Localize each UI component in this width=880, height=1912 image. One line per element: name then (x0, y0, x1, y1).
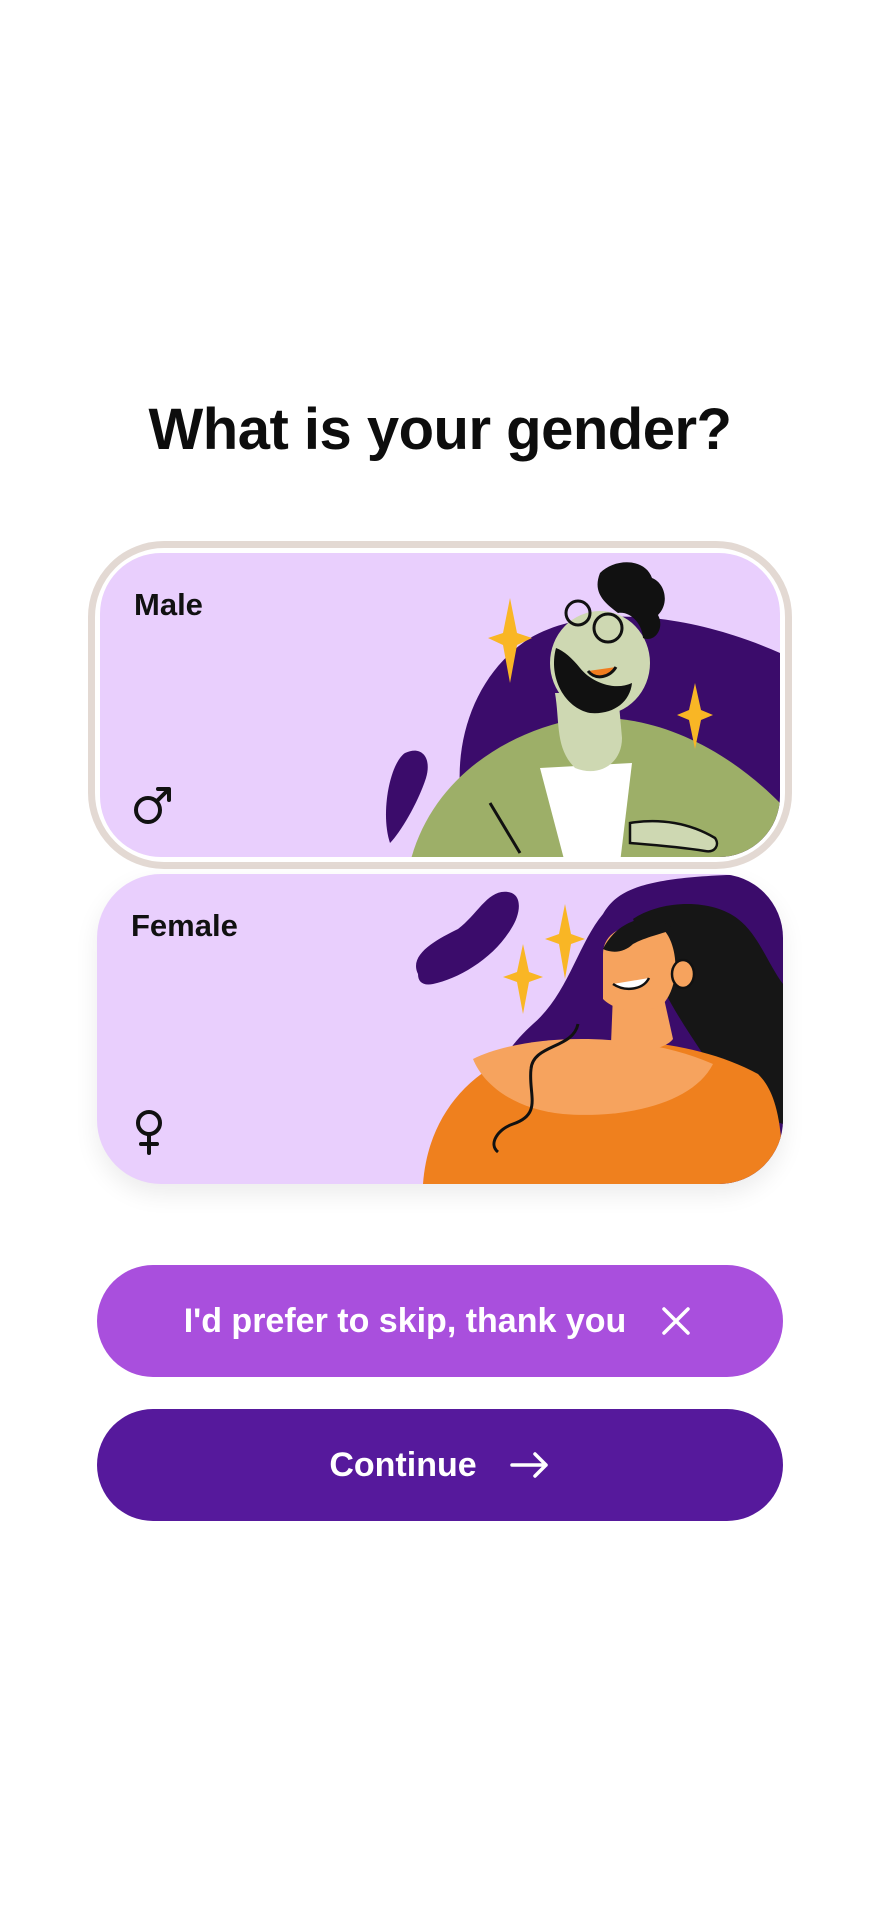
skip-button[interactable]: I'd prefer to skip, thank you (97, 1265, 783, 1377)
continue-button[interactable]: Continue (97, 1409, 783, 1521)
female-symbol-icon (136, 1110, 162, 1155)
male-symbol-icon (134, 787, 171, 824)
arrow-right-icon (509, 1452, 548, 1478)
continue-button-label: Continue (329, 1445, 477, 1484)
gender-option-label: Male (134, 587, 203, 622)
gender-option-label: Female (131, 908, 238, 943)
gender-option-male[interactable]: Male (97, 550, 783, 860)
close-icon (662, 1307, 691, 1335)
female-illustration (416, 874, 783, 1184)
page-title: What is your gender? (148, 397, 732, 462)
male-illustration (385, 562, 780, 857)
skip-button-label: I'd prefer to skip, thank you (183, 1301, 627, 1340)
gender-option-female[interactable]: Female (97, 874, 783, 1184)
